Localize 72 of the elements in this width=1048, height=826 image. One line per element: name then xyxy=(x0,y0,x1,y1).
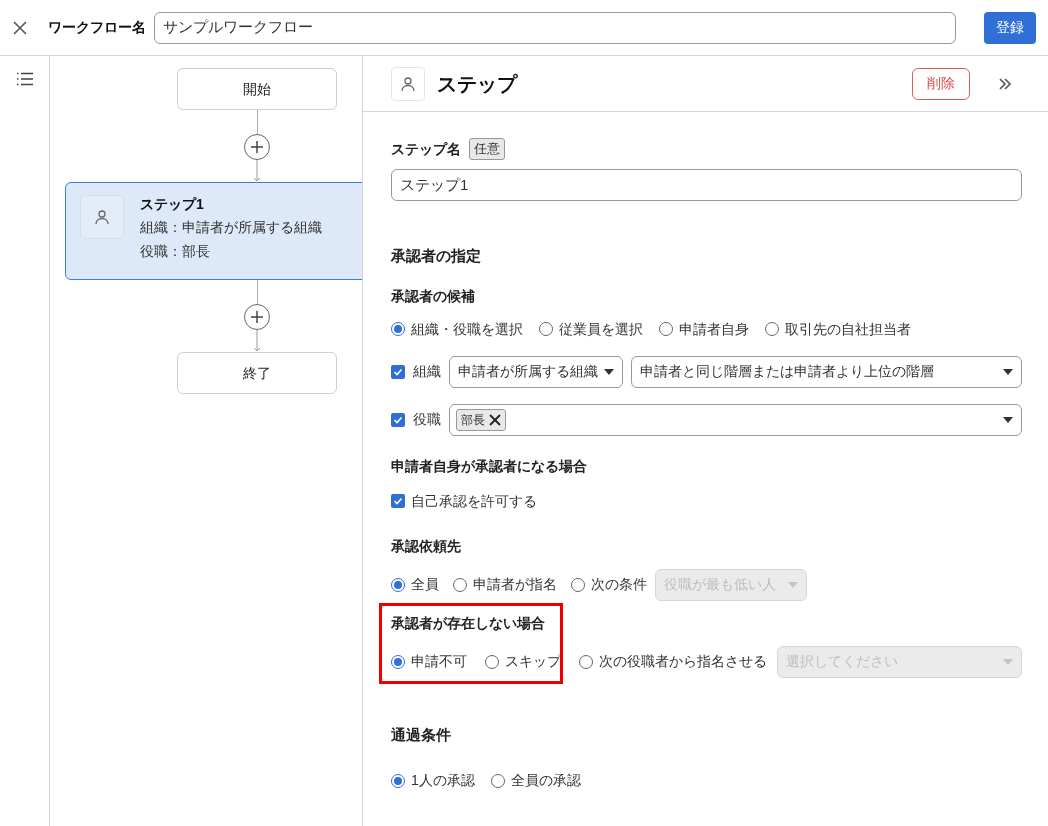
radio-option[interactable]: 申請不可 xyxy=(391,651,467,672)
checkbox[interactable] xyxy=(391,494,405,508)
field-label: 申請者自身が承認者になる場合 xyxy=(391,456,588,476)
select-field[interactable]: 申請者と同じ階層または申請者より上位の階層 xyxy=(631,355,1022,388)
radio-option[interactable]: スキップ xyxy=(485,651,561,672)
caret-icon xyxy=(1003,416,1013,423)
radio-option[interactable]: 次の役職者から指名させる xyxy=(579,651,767,672)
radio-button[interactable] xyxy=(659,322,673,336)
close-icon[interactable] xyxy=(12,19,28,36)
plus-icon xyxy=(250,310,264,324)
radio-button[interactable] xyxy=(765,322,779,336)
collapse-icon[interactable] xyxy=(998,76,1012,91)
add-step-button[interactable] xyxy=(244,304,270,330)
radio-option[interactable]: 1人の承認 xyxy=(391,770,475,791)
radio-option[interactable]: 次の条件 xyxy=(571,574,647,595)
plus-icon xyxy=(250,140,264,154)
radio-option[interactable]: 従業員を選択 xyxy=(539,318,643,340)
delete-button[interactable]: 削除 xyxy=(912,67,970,100)
step-detail: 組織：申請者が所属する組織 xyxy=(140,218,322,237)
radio-button[interactable] xyxy=(391,773,405,788)
step-detail: 役職：部長 xyxy=(140,242,211,261)
radio-option[interactable]: 全員の承認 xyxy=(490,770,581,791)
field-label: ワークフロー名 xyxy=(48,18,146,37)
checkbox[interactable] xyxy=(391,412,405,427)
radio-option[interactable]: 組織・役職を選択 xyxy=(391,318,523,340)
radio-button[interactable] xyxy=(571,577,585,592)
check-icon xyxy=(393,366,403,377)
caret-icon xyxy=(1003,658,1013,665)
section-heading: 通過条件 xyxy=(391,724,452,745)
radio-option[interactable]: 申請者自身 xyxy=(659,318,749,340)
radio-button[interactable] xyxy=(539,322,553,336)
panel-title: ステップ xyxy=(437,71,517,97)
flow-node[interactable]: 開始 xyxy=(177,68,337,110)
select-field[interactable]: 申請者が所属する組織 xyxy=(449,355,623,388)
radio-option[interactable]: 取引先の自社担当者 xyxy=(765,318,911,340)
field-label: 承認依頼先 xyxy=(391,536,462,556)
remove-icon[interactable] xyxy=(489,413,501,426)
radio-button[interactable] xyxy=(391,577,405,592)
caret-icon xyxy=(604,368,614,375)
step-title: ステップ1 xyxy=(140,195,205,213)
field-label: 承認者が存在しない場合 xyxy=(391,613,546,633)
field-label: 承認者の候補 xyxy=(391,286,476,306)
step-node[interactable]: ステップ1 組織：申請者が所属する組織 役職：部長 xyxy=(65,182,362,280)
radio-button[interactable] xyxy=(490,773,505,788)
caret-icon xyxy=(1003,368,1013,375)
person-icon xyxy=(93,208,111,226)
radio-option[interactable]: 全員 xyxy=(391,574,439,595)
checkbox-label: 役職 xyxy=(413,410,441,429)
list-icon[interactable] xyxy=(15,72,34,86)
person-icon xyxy=(391,66,425,101)
optional-badge: 任意 xyxy=(469,138,505,160)
workflow-name-input[interactable]: サンプルワークフロー xyxy=(154,11,956,44)
add-step-button[interactable] xyxy=(244,134,270,160)
caret-icon xyxy=(788,581,798,588)
register-button[interactable]: 登録 xyxy=(984,11,1036,44)
role-select[interactable]: 部長 xyxy=(449,403,1022,436)
section-heading: 承認者の指定 xyxy=(391,246,482,266)
radio-button[interactable] xyxy=(391,322,405,336)
step-name-input[interactable]: ステップ1 xyxy=(391,169,1022,201)
check-icon xyxy=(393,496,403,506)
radio-button[interactable] xyxy=(579,654,593,669)
checkbox-label: 自己承認を許可する xyxy=(411,491,537,511)
flow-node[interactable]: 終了 xyxy=(177,352,337,394)
radio-button[interactable] xyxy=(453,577,467,592)
radio-option[interactable]: 申請者が指名 xyxy=(453,574,557,595)
role-tag[interactable]: 部長 xyxy=(456,408,506,431)
checkbox[interactable] xyxy=(391,364,405,379)
checkbox-label: 組織 xyxy=(413,362,441,381)
radio-button[interactable] xyxy=(391,654,405,669)
check-icon xyxy=(393,414,403,425)
field-label: ステップ名 xyxy=(391,139,461,159)
radio-button[interactable] xyxy=(485,654,499,669)
